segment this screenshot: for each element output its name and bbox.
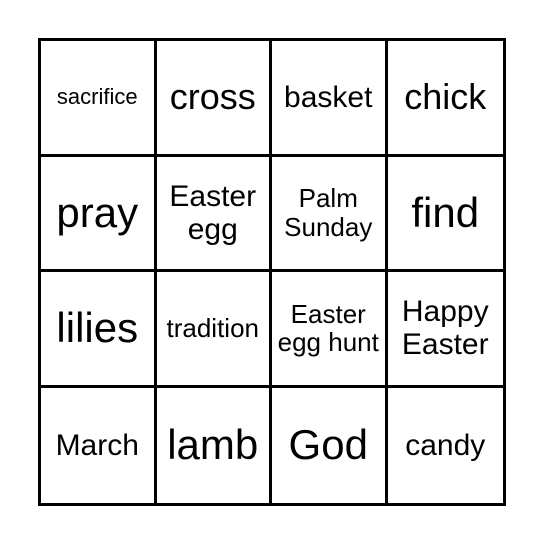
bingo-cell[interactable]: basket <box>272 41 388 157</box>
bingo-cell[interactable]: Easter egg <box>156 156 272 272</box>
bingo-cell[interactable]: Easter egg hunt <box>272 272 388 388</box>
bingo-cell[interactable]: tradition <box>156 272 272 388</box>
bingo-cell[interactable]: God <box>272 387 388 503</box>
bingo-cell[interactable]: Palm Sunday <box>272 156 388 272</box>
bingo-cell[interactable]: lamb <box>157 387 272 503</box>
bingo-cell[interactable]: candy <box>388 388 504 504</box>
bingo-card: sacrifice cross basket chick pray Easter… <box>38 38 506 506</box>
bingo-cell[interactable]: chick <box>387 41 503 157</box>
bingo-cell[interactable]: lilies <box>41 272 157 388</box>
bingo-cell[interactable]: cross <box>156 41 272 157</box>
bingo-cell[interactable]: sacrifice <box>41 41 157 157</box>
bingo-cell[interactable]: find <box>387 157 503 272</box>
bingo-cell[interactable]: Happy Easter <box>387 272 503 388</box>
bingo-cell[interactable]: pray <box>41 156 157 272</box>
bingo-cell[interactable]: March <box>41 387 157 503</box>
